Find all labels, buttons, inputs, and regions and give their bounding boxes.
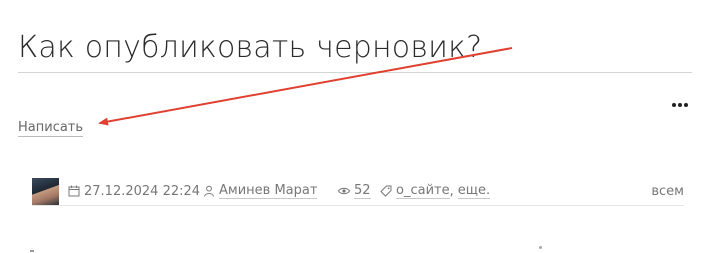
more-options-button[interactable] [670,98,690,112]
eye-icon [338,185,350,197]
tag-separator: , [449,183,454,199]
calendar-icon [68,185,80,197]
more-horizontal-icon [672,103,676,107]
post-date-text: 27.12.2024 22:24 [84,183,201,199]
post-meta-bar: 27.12.2024 22:24 Аминев Марат 52 о_сайте… [32,178,684,206]
post-views: 52 [338,182,371,200]
views-count[interactable]: 52 [354,183,371,199]
title-divider [18,72,692,73]
content-fragment [30,250,34,252]
audience-text: всем [651,183,684,199]
more-tags-link[interactable]: еще. [457,183,491,199]
post-author: Аминев Марат [203,182,318,200]
content-fragment [539,246,542,249]
post-date: 27.12.2024 22:24 [68,182,200,200]
user-icon [203,185,215,197]
post-tags: о_сайте, еще. [380,182,491,200]
page-title: Как опубликовать черновик? [18,30,483,65]
author-avatar[interactable] [32,178,59,205]
post-audience: всем [651,182,684,200]
write-link[interactable]: Написать [18,120,84,137]
author-link[interactable]: Аминев Марат [219,183,318,199]
tag-icon [380,185,392,197]
tag-link[interactable]: о_сайте [396,183,450,199]
post-page: Как опубликовать черновик? Написать 27.1… [0,0,709,253]
